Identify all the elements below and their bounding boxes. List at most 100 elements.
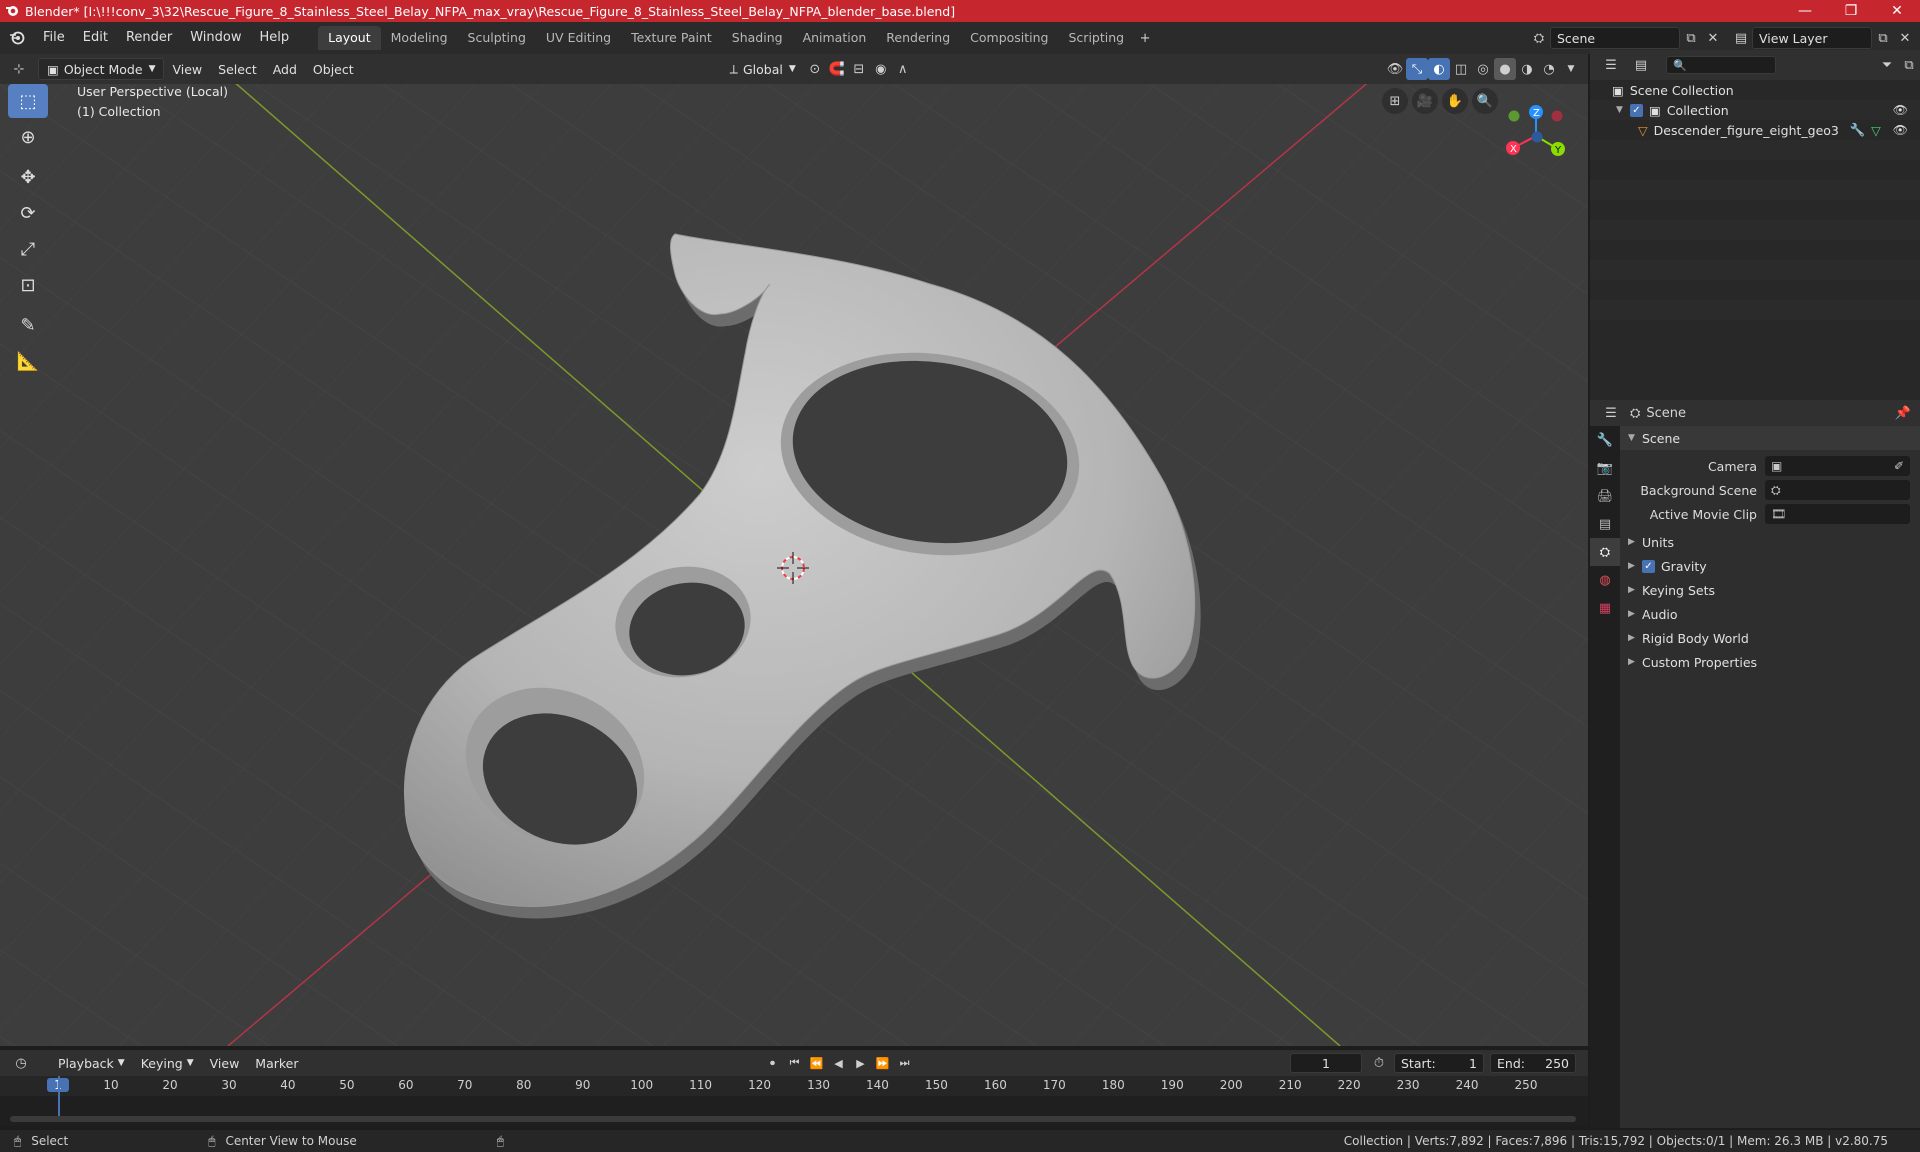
audio-panel-header[interactable]: ▶ Audio xyxy=(1620,602,1920,626)
delete-view-layer-icon[interactable]: ✕ xyxy=(1894,27,1916,49)
keying-dropdown[interactable]: Keying ▼ xyxy=(133,1052,202,1074)
orientation-dropdown[interactable]: ⟂ Global ▼ xyxy=(722,58,804,80)
snap-target-icon[interactable]: ⊟ xyxy=(848,58,870,80)
pivot-point-icon[interactable]: ⊙ xyxy=(804,58,826,80)
add-workspace-button[interactable]: + xyxy=(1134,27,1156,49)
editor-type-icon[interactable]: ⊹ xyxy=(8,58,30,80)
menu-help[interactable]: Help xyxy=(251,26,299,50)
menu-edit[interactable]: Edit xyxy=(74,26,117,50)
timeline-menu-view[interactable]: View xyxy=(202,1052,248,1074)
record-icon[interactable]: ⏺ xyxy=(762,1052,784,1074)
rendered-shading-icon[interactable]: ◔ xyxy=(1538,58,1560,80)
jump-end-icon[interactable]: ⏭ xyxy=(894,1052,916,1074)
gravity-panel-header[interactable]: ▶ ✓ Gravity xyxy=(1620,554,1920,578)
frame-ruler[interactable]: 1102030405060708090100110120130140150160… xyxy=(0,1076,1588,1096)
current-frame-field[interactable]: 1 xyxy=(1290,1053,1362,1073)
scene-tab-icon[interactable]: ⛭ xyxy=(1590,538,1620,566)
menu-window[interactable]: Window xyxy=(181,26,250,50)
object-mode-dropdown[interactable]: ▣ Object Mode ▼ xyxy=(38,58,165,80)
close-button[interactable]: ✕ xyxy=(1874,0,1920,22)
minimize-button[interactable]: — xyxy=(1782,0,1828,22)
timeline-scrollbar[interactable] xyxy=(10,1116,1576,1122)
tab-modeling[interactable]: Modeling xyxy=(381,26,458,50)
visibility-icon[interactable]: 👁 xyxy=(1384,58,1406,80)
pin-icon[interactable]: 📌 xyxy=(1892,402,1914,424)
tab-uv-editing[interactable]: UV Editing xyxy=(536,26,621,50)
jump-start-icon[interactable]: ⏮ xyxy=(784,1052,806,1074)
scene-selector-icon[interactable]: ⛭ xyxy=(1528,27,1550,49)
menu-render[interactable]: Render xyxy=(117,26,181,50)
properties-editor-type-icon[interactable]: ☰ xyxy=(1600,402,1622,424)
overlay-toggle-icon[interactable]: ◐ xyxy=(1428,58,1450,80)
disclosure-triangle-icon[interactable]: ▼ xyxy=(1616,105,1630,115)
zoom-icon[interactable]: 🔍 xyxy=(1472,88,1498,114)
preview-range-icon[interactable]: ⏱ xyxy=(1368,1052,1390,1074)
material-shading-icon[interactable]: ◑ xyxy=(1516,58,1538,80)
tab-compositing[interactable]: Compositing xyxy=(960,26,1058,50)
solid-shading-icon[interactable]: ● xyxy=(1494,58,1516,80)
tab-shading[interactable]: Shading xyxy=(722,26,793,50)
gravity-checkbox[interactable]: ✓ xyxy=(1642,559,1655,573)
menu-file[interactable]: File xyxy=(34,26,74,50)
outliner-row-collection[interactable]: ▼ ✓ ▣ Collection 👁 xyxy=(1590,100,1920,120)
outliner-row-scene-collection[interactable]: ▣ Scene Collection xyxy=(1590,80,1920,100)
jump-keyframe-back-icon[interactable]: ⏪ xyxy=(806,1052,828,1074)
eye-icon[interactable]: 👁 xyxy=(1893,123,1908,137)
outliner-search-input[interactable]: 🔍 xyxy=(1666,56,1776,74)
cursor-tool-icon[interactable]: ⊕ xyxy=(8,120,48,154)
custom-properties-panel-header[interactable]: ▶ Custom Properties xyxy=(1620,650,1920,674)
transform-tool-icon[interactable]: ⊡ xyxy=(8,268,48,302)
new-scene-icon[interactable]: ⧉ xyxy=(1680,27,1702,49)
tab-sculpting[interactable]: Sculpting xyxy=(458,26,536,50)
timeline[interactable]: 1102030405060708090100110120130140150160… xyxy=(0,1076,1588,1126)
render-tab-icon[interactable]: 📷 xyxy=(1590,454,1620,482)
outliner-row-object[interactable]: ▽ Descender_figure_eight_geo3 🔧 ▽ 👁 xyxy=(1590,120,1920,140)
outliner-editor-type-icon[interactable]: ☰ xyxy=(1600,54,1622,76)
tab-rendering[interactable]: Rendering xyxy=(876,26,960,50)
playhead[interactable] xyxy=(58,1076,60,1120)
menu-add[interactable]: Add xyxy=(265,58,305,80)
wireframe-shading-icon[interactable]: ◎ xyxy=(1472,58,1494,80)
menu-select[interactable]: Select xyxy=(210,58,265,80)
scene-panel-header[interactable]: ▼ Scene xyxy=(1620,426,1920,450)
filter-icon[interactable]: ⏷ xyxy=(1876,54,1898,76)
timeline-menu-marker[interactable]: Marker xyxy=(247,1052,306,1074)
collection-checkbox[interactable]: ✓ xyxy=(1630,103,1643,117)
menu-view[interactable]: View xyxy=(164,58,210,80)
modifier-wrench-icon[interactable]: 🔧 xyxy=(1850,122,1866,138)
move-tool-icon[interactable]: ✥ xyxy=(8,160,48,194)
tab-texture-paint[interactable]: Texture Paint xyxy=(621,26,722,50)
background-scene-field[interactable]: ⛭ xyxy=(1765,480,1910,500)
3d-viewport[interactable]: User Perspective (Local) (1) Collection … xyxy=(0,84,1588,1046)
shading-options-icon[interactable]: ▼ xyxy=(1560,58,1582,80)
blender-menu-icon[interactable] xyxy=(0,27,34,49)
annotate-tool-icon[interactable]: ✎ xyxy=(8,308,48,342)
toggle-ortho-icon[interactable]: ⊞ xyxy=(1382,88,1408,114)
world-tab-icon[interactable]: ◍ xyxy=(1590,566,1620,594)
camera-view-icon[interactable]: 🎥 xyxy=(1412,88,1438,114)
texture-tab-icon[interactable]: ▦ xyxy=(1590,594,1620,622)
keying-sets-panel-header[interactable]: ▶ Keying Sets xyxy=(1620,578,1920,602)
maximize-button[interactable]: ❐ xyxy=(1828,0,1874,22)
delete-scene-icon[interactable]: ✕ xyxy=(1702,27,1724,49)
menu-object[interactable]: Object xyxy=(305,58,362,80)
rotate-tool-icon[interactable]: ⟳ xyxy=(8,196,48,230)
scene-field[interactable]: Scene xyxy=(1550,27,1680,49)
proportional-edit-icon[interactable]: ◉ xyxy=(870,58,892,80)
tab-animation[interactable]: Animation xyxy=(793,26,877,50)
pan-hand-icon[interactable]: ✋ xyxy=(1442,88,1468,114)
jump-keyframe-forward-icon[interactable]: ⏩ xyxy=(872,1052,894,1074)
rigid-body-world-panel-header[interactable]: ▶ Rigid Body World xyxy=(1620,626,1920,650)
tab-layout[interactable]: Layout xyxy=(318,26,381,50)
play-reverse-icon[interactable]: ◀ xyxy=(828,1052,850,1074)
units-panel-header[interactable]: ▶ Units xyxy=(1620,530,1920,554)
view-layer-icon[interactable]: ▤ xyxy=(1730,27,1752,49)
camera-field[interactable]: ▣ ✐ xyxy=(1765,456,1910,476)
snap-icon[interactable]: 🧲 xyxy=(826,58,848,80)
scale-tool-icon[interactable]: ⤢ xyxy=(8,232,48,266)
tab-scripting[interactable]: Scripting xyxy=(1059,26,1135,50)
movie-clip-field[interactable]: 🎞 xyxy=(1765,504,1910,524)
select-box-tool-icon[interactable]: ⬚ xyxy=(8,84,48,118)
end-frame-field[interactable]: End: 250 xyxy=(1490,1053,1576,1073)
eyedropper-icon[interactable]: ✐ xyxy=(1894,459,1904,473)
